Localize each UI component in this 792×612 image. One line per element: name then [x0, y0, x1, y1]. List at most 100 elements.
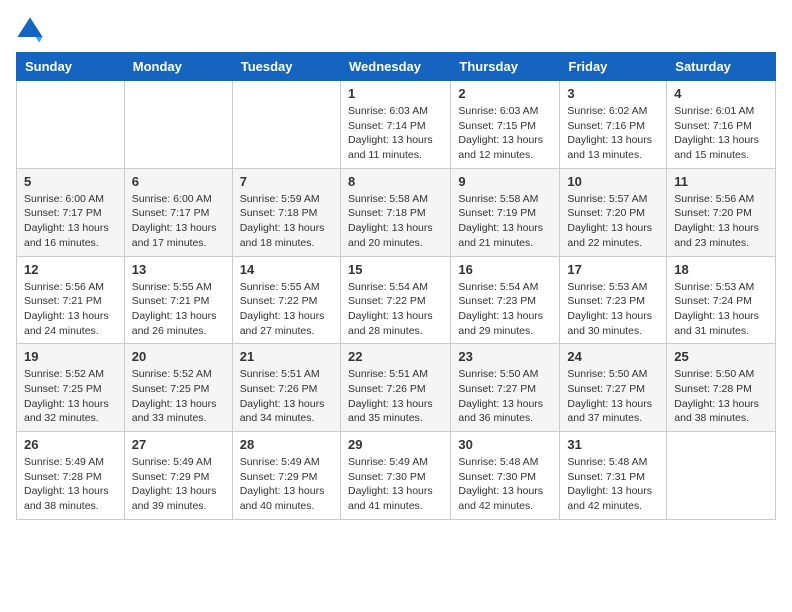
calendar-cell: 21 Sunrise: 5:51 AMSunset: 7:26 PMDayligh…: [232, 344, 340, 432]
day-info: Sunrise: 5:53 AMSunset: 7:24 PMDaylight:…: [674, 280, 768, 339]
day-info: Sunrise: 5:54 AMSunset: 7:22 PMDaylight:…: [348, 280, 443, 339]
day-info: Sunrise: 5:54 AMSunset: 7:23 PMDaylight:…: [458, 280, 552, 339]
day-info: Sunrise: 5:55 AMSunset: 7:22 PMDaylight:…: [240, 280, 333, 339]
day-number: 19: [24, 349, 117, 364]
day-number: 8: [348, 174, 443, 189]
day-number: 21: [240, 349, 333, 364]
day-info: Sunrise: 5:48 AMSunset: 7:30 PMDaylight:…: [458, 455, 552, 514]
day-info: Sunrise: 5:50 AMSunset: 7:27 PMDaylight:…: [567, 367, 659, 426]
calendar-cell: 17 Sunrise: 5:53 AMSunset: 7:23 PMDayligh…: [560, 256, 667, 344]
day-info: Sunrise: 6:02 AMSunset: 7:16 PMDaylight:…: [567, 104, 659, 163]
calendar-cell: 23 Sunrise: 5:50 AMSunset: 7:27 PMDayligh…: [451, 344, 560, 432]
day-number: 20: [132, 349, 225, 364]
day-number: 30: [458, 437, 552, 452]
day-number: 24: [567, 349, 659, 364]
day-info: Sunrise: 5:50 AMSunset: 7:27 PMDaylight:…: [458, 367, 552, 426]
calendar-cell: 10 Sunrise: 5:57 AMSunset: 7:20 PMDayligh…: [560, 168, 667, 256]
day-number: 6: [132, 174, 225, 189]
calendar-cell: 25 Sunrise: 5:50 AMSunset: 7:28 PMDayligh…: [667, 344, 776, 432]
calendar-cell: 5 Sunrise: 6:00 AMSunset: 7:17 PMDaylight…: [17, 168, 125, 256]
day-info: Sunrise: 5:49 AMSunset: 7:30 PMDaylight:…: [348, 455, 443, 514]
calendar-cell: 30 Sunrise: 5:48 AMSunset: 7:30 PMDayligh…: [451, 432, 560, 520]
calendar-cell: 6 Sunrise: 6:00 AMSunset: 7:17 PMDaylight…: [124, 168, 232, 256]
day-number: 12: [24, 262, 117, 277]
calendar-cell: 3 Sunrise: 6:02 AMSunset: 7:16 PMDaylight…: [560, 81, 667, 169]
calendar-cell: 13Sunrise: 5:55 AMSunset: 7:21 PMDayligh…: [124, 256, 232, 344]
logo: [16, 16, 48, 44]
calendar-cell: 20 Sunrise: 5:52 AMSunset: 7:25 PMDayligh…: [124, 344, 232, 432]
header-saturday: Saturday: [667, 53, 776, 81]
page-header: [16, 16, 776, 44]
header-monday: Monday: [124, 53, 232, 81]
day-info: Sunrise: 5:55 AMSunset: 7:21 PMDaylight:…: [132, 280, 225, 339]
day-number: 28: [240, 437, 333, 452]
day-number: 31: [567, 437, 659, 452]
day-info: Sunrise: 5:49 AMSunset: 7:28 PMDaylight:…: [24, 455, 117, 514]
day-number: 18: [674, 262, 768, 277]
day-number: 1: [348, 86, 443, 101]
day-info: Sunrise: 5:48 AMSunset: 7:31 PMDaylight:…: [567, 455, 659, 514]
day-info: Sunrise: 5:49 AMSunset: 7:29 PMDaylight:…: [240, 455, 333, 514]
day-info: Sunrise: 5:56 AMSunset: 7:21 PMDaylight:…: [24, 280, 117, 339]
calendar-week-3: 12 Sunrise: 5:56 AMSunset: 7:21 PMDayligh…: [17, 256, 776, 344]
header-tuesday: Tuesday: [232, 53, 340, 81]
day-number: 4: [674, 86, 768, 101]
calendar-week-5: 26 Sunrise: 5:49 AMSunset: 7:28 PMDayligh…: [17, 432, 776, 520]
calendar-header-row: SundayMondayTuesdayWednesdayThursdayFrid…: [17, 53, 776, 81]
day-info: Sunrise: 5:58 AMSunset: 7:19 PMDaylight:…: [458, 192, 552, 251]
calendar-cell: 12 Sunrise: 5:56 AMSunset: 7:21 PMDayligh…: [17, 256, 125, 344]
day-number: 15: [348, 262, 443, 277]
day-number: 26: [24, 437, 117, 452]
header-thursday: Thursday: [451, 53, 560, 81]
calendar-cell: 24 Sunrise: 5:50 AMSunset: 7:27 PMDayligh…: [560, 344, 667, 432]
day-info: Sunrise: 5:57 AMSunset: 7:20 PMDaylight:…: [567, 192, 659, 251]
day-info: Sunrise: 5:51 AMSunset: 7:26 PMDaylight:…: [348, 367, 443, 426]
calendar-table: SundayMondayTuesdayWednesdayThursdayFrid…: [16, 52, 776, 520]
calendar-cell: 2 Sunrise: 6:03 AMSunset: 7:15 PMDaylight…: [451, 81, 560, 169]
calendar-cell: 11 Sunrise: 5:56 AMSunset: 7:20 PMDayligh…: [667, 168, 776, 256]
calendar-cell: 7Sunrise: 5:59 AMSunset: 7:18 PMDaylight…: [232, 168, 340, 256]
day-info: Sunrise: 5:56 AMSunset: 7:20 PMDaylight:…: [674, 192, 768, 251]
day-info: Sunrise: 5:52 AMSunset: 7:25 PMDaylight:…: [132, 367, 225, 426]
day-number: 16: [458, 262, 552, 277]
calendar-cell: 22 Sunrise: 5:51 AMSunset: 7:26 PMDayligh…: [340, 344, 450, 432]
calendar-cell: [667, 432, 776, 520]
calendar-week-4: 19 Sunrise: 5:52 AMSunset: 7:25 PMDayligh…: [17, 344, 776, 432]
day-number: 14: [240, 262, 333, 277]
calendar-cell: 16 Sunrise: 5:54 AMSunset: 7:23 PMDayligh…: [451, 256, 560, 344]
calendar-cell: 1 Sunrise: 6:03 AMSunset: 7:14 PMDaylight…: [340, 81, 450, 169]
header-wednesday: Wednesday: [340, 53, 450, 81]
calendar-week-2: 5 Sunrise: 6:00 AMSunset: 7:17 PMDaylight…: [17, 168, 776, 256]
calendar-cell: 4 Sunrise: 6:01 AMSunset: 7:16 PMDaylight…: [667, 81, 776, 169]
day-number: 11: [674, 174, 768, 189]
day-info: Sunrise: 6:03 AMSunset: 7:14 PMDaylight:…: [348, 104, 443, 163]
day-number: 3: [567, 86, 659, 101]
day-info: Sunrise: 5:50 AMSunset: 7:28 PMDaylight:…: [674, 367, 768, 426]
calendar-cell: 31 Sunrise: 5:48 AMSunset: 7:31 PMDayligh…: [560, 432, 667, 520]
calendar-cell: [124, 81, 232, 169]
day-info: Sunrise: 5:58 AMSunset: 7:18 PMDaylight:…: [348, 192, 443, 251]
day-number: 2: [458, 86, 552, 101]
day-number: 17: [567, 262, 659, 277]
day-info: Sunrise: 6:00 AMSunset: 7:17 PMDaylight:…: [132, 192, 225, 251]
calendar-cell: [17, 81, 125, 169]
day-number: 22: [348, 349, 443, 364]
calendar-cell: 19Sunrise: 5:52 AMSunset: 7:25 PMDayligh…: [17, 344, 125, 432]
logo-icon: [16, 16, 44, 44]
calendar-cell: 14 Sunrise: 5:55 AMSunset: 7:22 PMDayligh…: [232, 256, 340, 344]
day-info: Sunrise: 6:00 AMSunset: 7:17 PMDaylight:…: [24, 192, 117, 251]
day-number: 25: [674, 349, 768, 364]
day-number: 23: [458, 349, 552, 364]
calendar-cell: 8 Sunrise: 5:58 AMSunset: 7:18 PMDaylight…: [340, 168, 450, 256]
day-number: 5: [24, 174, 117, 189]
day-number: 29: [348, 437, 443, 452]
day-info: Sunrise: 5:53 AMSunset: 7:23 PMDaylight:…: [567, 280, 659, 339]
day-info: Sunrise: 6:01 AMSunset: 7:16 PMDaylight:…: [674, 104, 768, 163]
day-number: 10: [567, 174, 659, 189]
calendar-week-1: 1 Sunrise: 6:03 AMSunset: 7:14 PMDaylight…: [17, 81, 776, 169]
day-info: Sunrise: 6:03 AMSunset: 7:15 PMDaylight:…: [458, 104, 552, 163]
day-info: Sunrise: 5:51 AMSunset: 7:26 PMDaylight:…: [240, 367, 333, 426]
day-info: Sunrise: 5:49 AMSunset: 7:29 PMDaylight:…: [132, 455, 225, 514]
calendar-cell: 9Sunrise: 5:58 AMSunset: 7:19 PMDaylight…: [451, 168, 560, 256]
calendar-cell: 29 Sunrise: 5:49 AMSunset: 7:30 PMDayligh…: [340, 432, 450, 520]
